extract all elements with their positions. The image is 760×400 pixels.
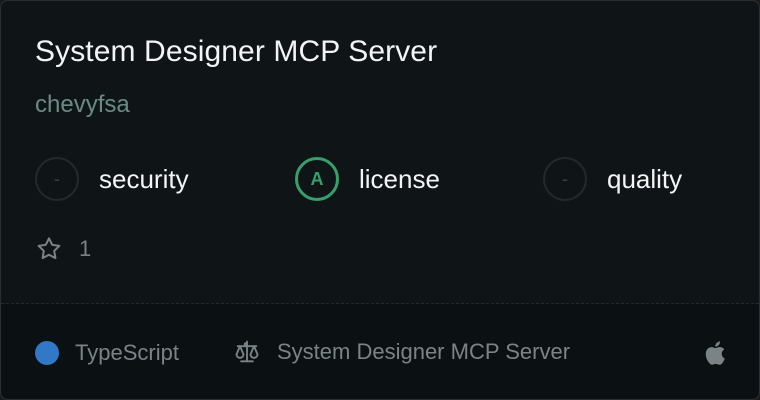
card-body: System Designer MCP Server chevyfsa - se… bbox=[1, 1, 759, 303]
stars: 1 bbox=[35, 235, 91, 263]
license: System Designer MCP Server bbox=[233, 338, 570, 366]
score-quality: - quality bbox=[543, 155, 682, 203]
score-security: - security bbox=[35, 155, 189, 203]
security-label: security bbox=[99, 163, 189, 194]
apple-icon bbox=[705, 341, 725, 365]
language-name: TypeScript bbox=[75, 340, 179, 365]
quality-label: quality bbox=[607, 163, 683, 194]
score-license: A license bbox=[295, 155, 440, 203]
score-row: - security A license - quality bbox=[35, 155, 735, 203]
license-grade-badge: A bbox=[295, 157, 339, 201]
card-footer: TypeScript System Designer MCP Server bbox=[1, 304, 759, 399]
language-color-dot bbox=[35, 341, 59, 365]
star-icon bbox=[37, 237, 61, 260]
star-count: 1 bbox=[79, 236, 92, 261]
language: TypeScript bbox=[35, 340, 179, 366]
server-card[interactable]: System Designer MCP Server chevyfsa - se… bbox=[0, 0, 760, 400]
author-name[interactable]: chevyfsa bbox=[35, 91, 130, 119]
quality-grade-badge: - bbox=[543, 157, 587, 201]
server-title[interactable]: System Designer MCP Server bbox=[35, 35, 437, 69]
security-grade-badge: - bbox=[35, 157, 79, 201]
license-name: System Designer MCP Server bbox=[277, 339, 571, 364]
scale-icon bbox=[235, 340, 259, 363]
license-label: license bbox=[359, 163, 440, 194]
